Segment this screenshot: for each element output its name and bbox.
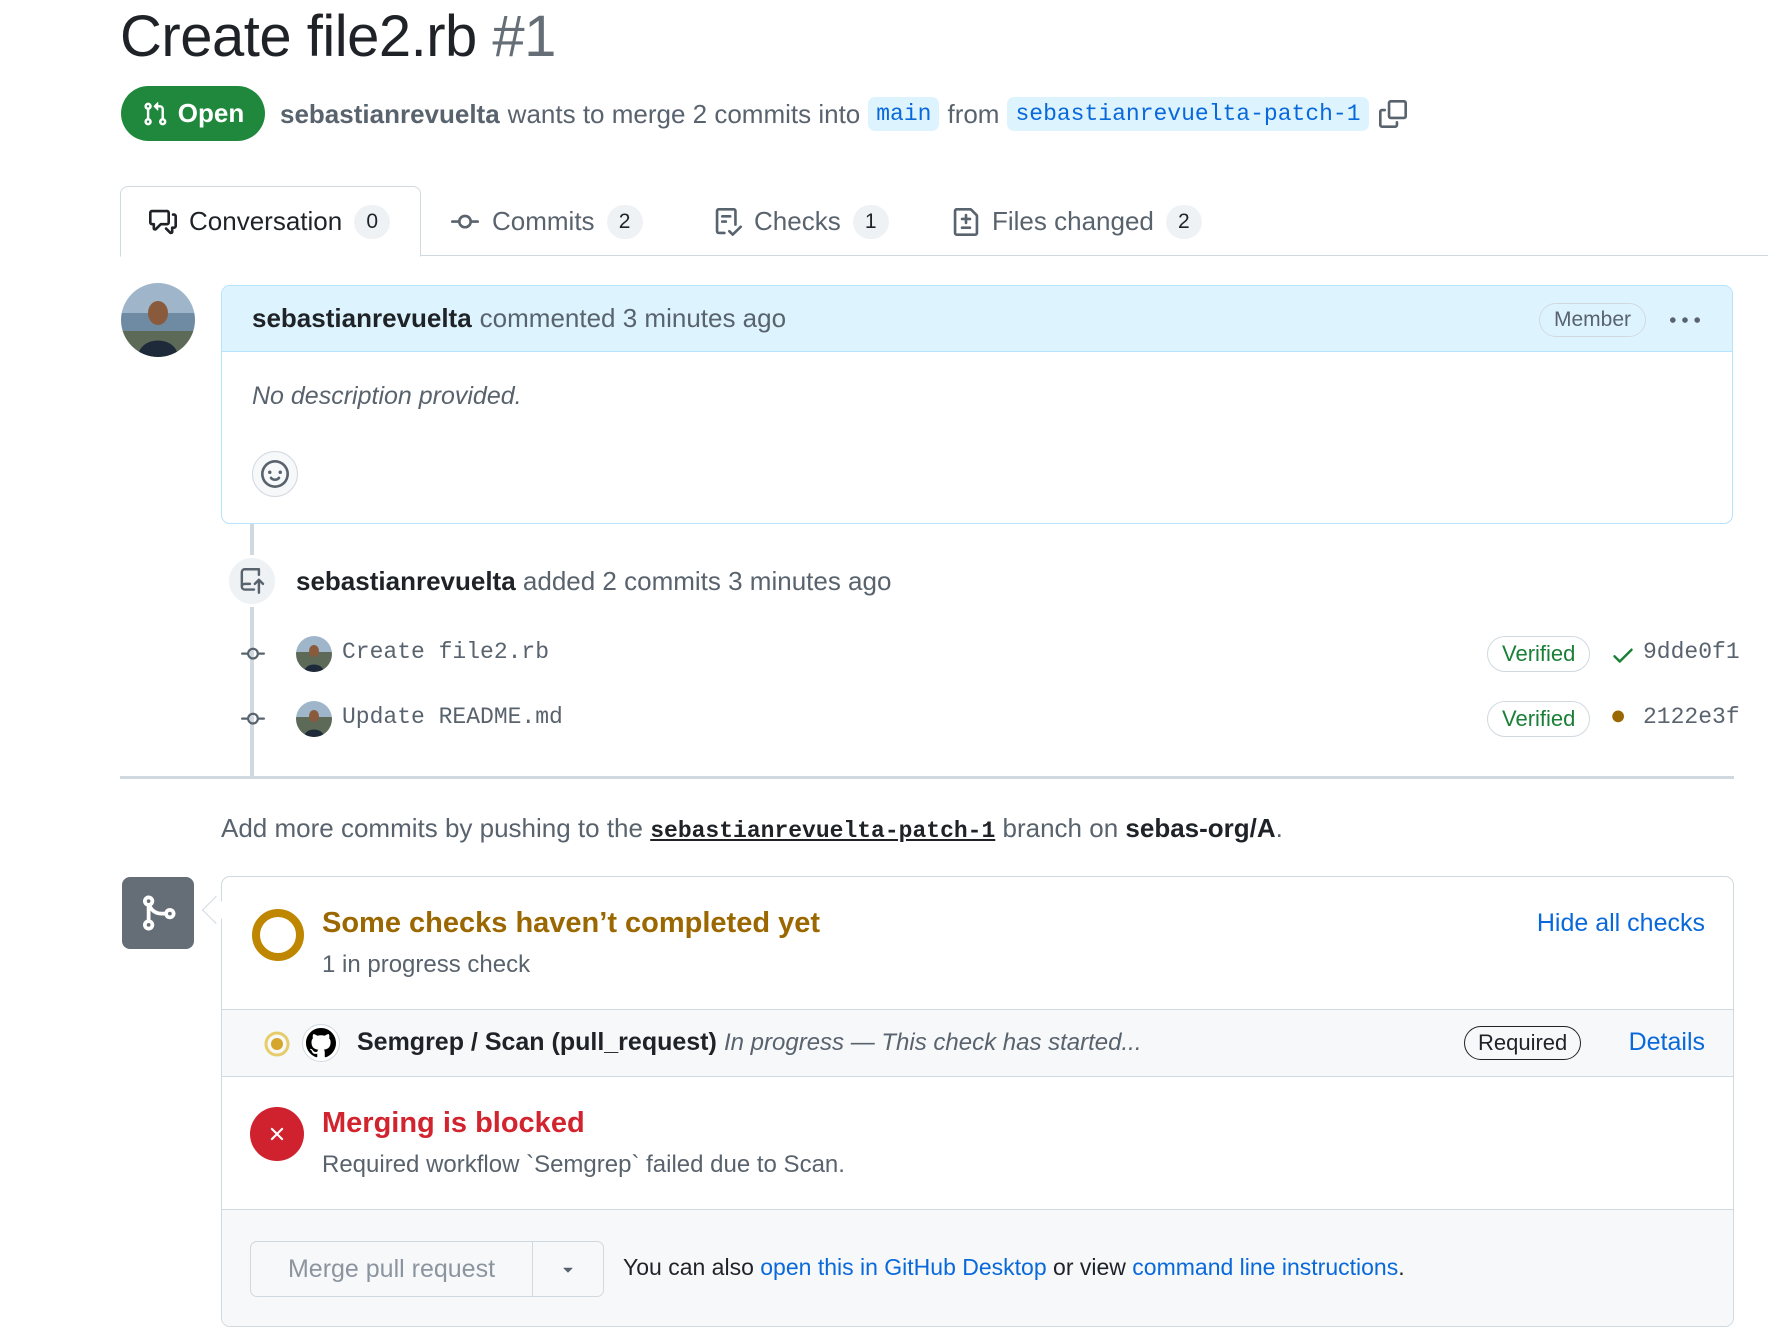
required-badge: Required [1464, 1026, 1582, 1060]
commit-message-link[interactable]: Create file2.rb [342, 639, 549, 665]
tab-commits[interactable]: Commits 2 [450, 186, 643, 257]
tab-checks-label: Checks [754, 206, 841, 236]
hide-all-checks-link[interactable]: Hide all checks [1537, 909, 1705, 938]
tab-files-changed[interactable]: Files changed 2 [952, 186, 1202, 257]
checks-summary: Some checks haven’t completed yet 1 in p… [222, 877, 1733, 1010]
git-merge-icon [122, 877, 194, 949]
pr-title-text: Create file2.rb [120, 4, 477, 69]
merge-box: Some checks haven’t completed yet 1 in p… [221, 876, 1734, 1327]
push-event-text: added 2 commits 3 minutes ago [522, 566, 892, 596]
in-progress-ring-icon [250, 907, 306, 968]
push-hint-branch-link[interactable]: sebastianrevuelta-patch-1 [650, 818, 995, 844]
comment-header: sebastianrevuelta commented 3 minutes ag… [222, 286, 1732, 352]
avatar[interactable] [296, 701, 332, 737]
merge-alt-suffix: . [1398, 1254, 1405, 1280]
checks-title: Some checks haven’t completed yet [322, 907, 821, 939]
comment-card: sebastianrevuelta commented 3 minutes ag… [221, 285, 1733, 524]
verified-badge[interactable]: Verified [1487, 636, 1591, 672]
member-badge: Member [1538, 303, 1646, 337]
pr-title: Create file2.rb #1 [120, 2, 556, 72]
open-in-desktop-link[interactable]: open this in GitHub Desktop [760, 1254, 1046, 1280]
file-diff-icon [953, 207, 979, 236]
pr-merge-text: wants to merge 2 commits into [507, 98, 861, 129]
pr-state-badge: Open [121, 86, 265, 141]
merge-alt-middle: or view [1053, 1254, 1126, 1280]
merge-alternatives: You can also open this in GitHub Desktop… [623, 1254, 1405, 1281]
merge-blocked: Merging is blocked Required workflow `Se… [222, 1077, 1733, 1210]
tab-checks[interactable]: Checks 1 [714, 186, 889, 257]
tab-conversation-label: Conversation [189, 206, 343, 236]
tab-commits-label: Commits [492, 206, 595, 236]
push-hint-repo: sebas-org/A [1125, 813, 1276, 843]
pending-dot-icon[interactable] [1610, 705, 1636, 736]
timeline-divider [120, 776, 1734, 779]
git-commit-icon [451, 214, 479, 229]
merge-method-dropdown[interactable] [533, 1242, 603, 1296]
merge-button-group: Merge pull request [250, 1241, 604, 1297]
git-pull-request-icon [144, 101, 167, 125]
push-hint-prefix: Add more commits by pushing to the [221, 813, 643, 843]
pr-author-link[interactable]: sebastianrevuelta [280, 99, 500, 130]
tab-checks-count: 1 [852, 204, 889, 239]
check-icon[interactable] [1610, 642, 1636, 673]
comment-discussion-icon [149, 209, 177, 234]
push-hint-middle: branch on [1002, 813, 1119, 843]
avatar[interactable] [121, 283, 195, 357]
pr-tabs: Conversation 0 Commits 2 Checks 1 Files … [120, 186, 1768, 257]
kebab-horizontal-icon[interactable] [1670, 306, 1700, 343]
blocked-reason: Required workflow `Semgrep` failed due t… [322, 1151, 845, 1178]
pr-number: #1 [492, 4, 556, 69]
github-logo-icon [302, 1024, 340, 1062]
comment-body: No description provided. [252, 382, 522, 410]
blocked-title: Merging is blocked [322, 1107, 585, 1139]
commit-message-link[interactable]: Update README.md [342, 704, 563, 730]
tab-commits-count: 2 [606, 204, 643, 239]
copy-icon[interactable] [1378, 100, 1407, 128]
git-commit-icon [238, 707, 268, 736]
git-commit-icon [238, 642, 268, 671]
in-progress-dot-icon [263, 1030, 291, 1063]
command-line-instructions-link[interactable]: command line instructions [1132, 1254, 1398, 1280]
head-branch[interactable]: sebastianrevuelta-patch-1 [1007, 97, 1369, 131]
add-reaction-button[interactable] [252, 451, 298, 497]
comment-author-link[interactable]: sebastianrevuelta [252, 303, 472, 334]
commit-sha-link[interactable]: 9dde0f1 [1643, 639, 1740, 665]
check-name: Semgrep / Scan (pull_request) [357, 1028, 717, 1056]
repo-push-icon [226, 555, 278, 607]
pr-from-text: from [947, 98, 1000, 129]
check-status: In progress — This check has started... [724, 1029, 1142, 1056]
tab-conversation-count: 0 [354, 204, 391, 239]
commit-sha-link[interactable]: 2122e3f [1643, 704, 1740, 730]
checks-subtitle: 1 in progress check [322, 951, 531, 978]
verified-badge[interactable]: Verified [1487, 701, 1591, 737]
avatar[interactable] [296, 636, 332, 672]
tab-files-changed-count: 2 [1165, 204, 1202, 239]
merge-actions: Merge pull request You can also open thi… [222, 1210, 1733, 1326]
push-hint: Add more commits by pushing to the sebas… [221, 808, 1283, 851]
pr-meta: sebastianrevuelta wants to merge 2 commi… [280, 93, 1407, 135]
push-event: sebastianrevuelta added 2 commits 3 minu… [296, 562, 891, 600]
pr-state-label: Open [177, 98, 245, 128]
checklist-icon [715, 207, 742, 236]
tab-files-changed-label: Files changed [992, 206, 1154, 236]
commit-row: Create file2.rb Verified 9dde0f1 [230, 632, 1740, 676]
check-details-link[interactable]: Details [1629, 1028, 1705, 1057]
x-circle-icon [250, 1107, 304, 1161]
push-hint-suffix: . [1275, 813, 1283, 843]
comment-timestamp[interactable]: commented 3 minutes ago [480, 303, 786, 334]
check-row: Semgrep / Scan (pull_request) In progres… [222, 1010, 1733, 1077]
tab-conversation[interactable]: Conversation 0 [120, 186, 422, 257]
smiley-icon [261, 460, 289, 488]
base-branch[interactable]: main [868, 97, 940, 131]
triangle-down-icon [563, 1267, 573, 1273]
push-author-link[interactable]: sebastianrevuelta [296, 566, 516, 596]
commit-row: Update README.md Verified 2122e3f [230, 697, 1740, 741]
merge-pull-request-button[interactable]: Merge pull request [251, 1242, 533, 1296]
merge-alt-prefix: You can also [623, 1254, 754, 1280]
